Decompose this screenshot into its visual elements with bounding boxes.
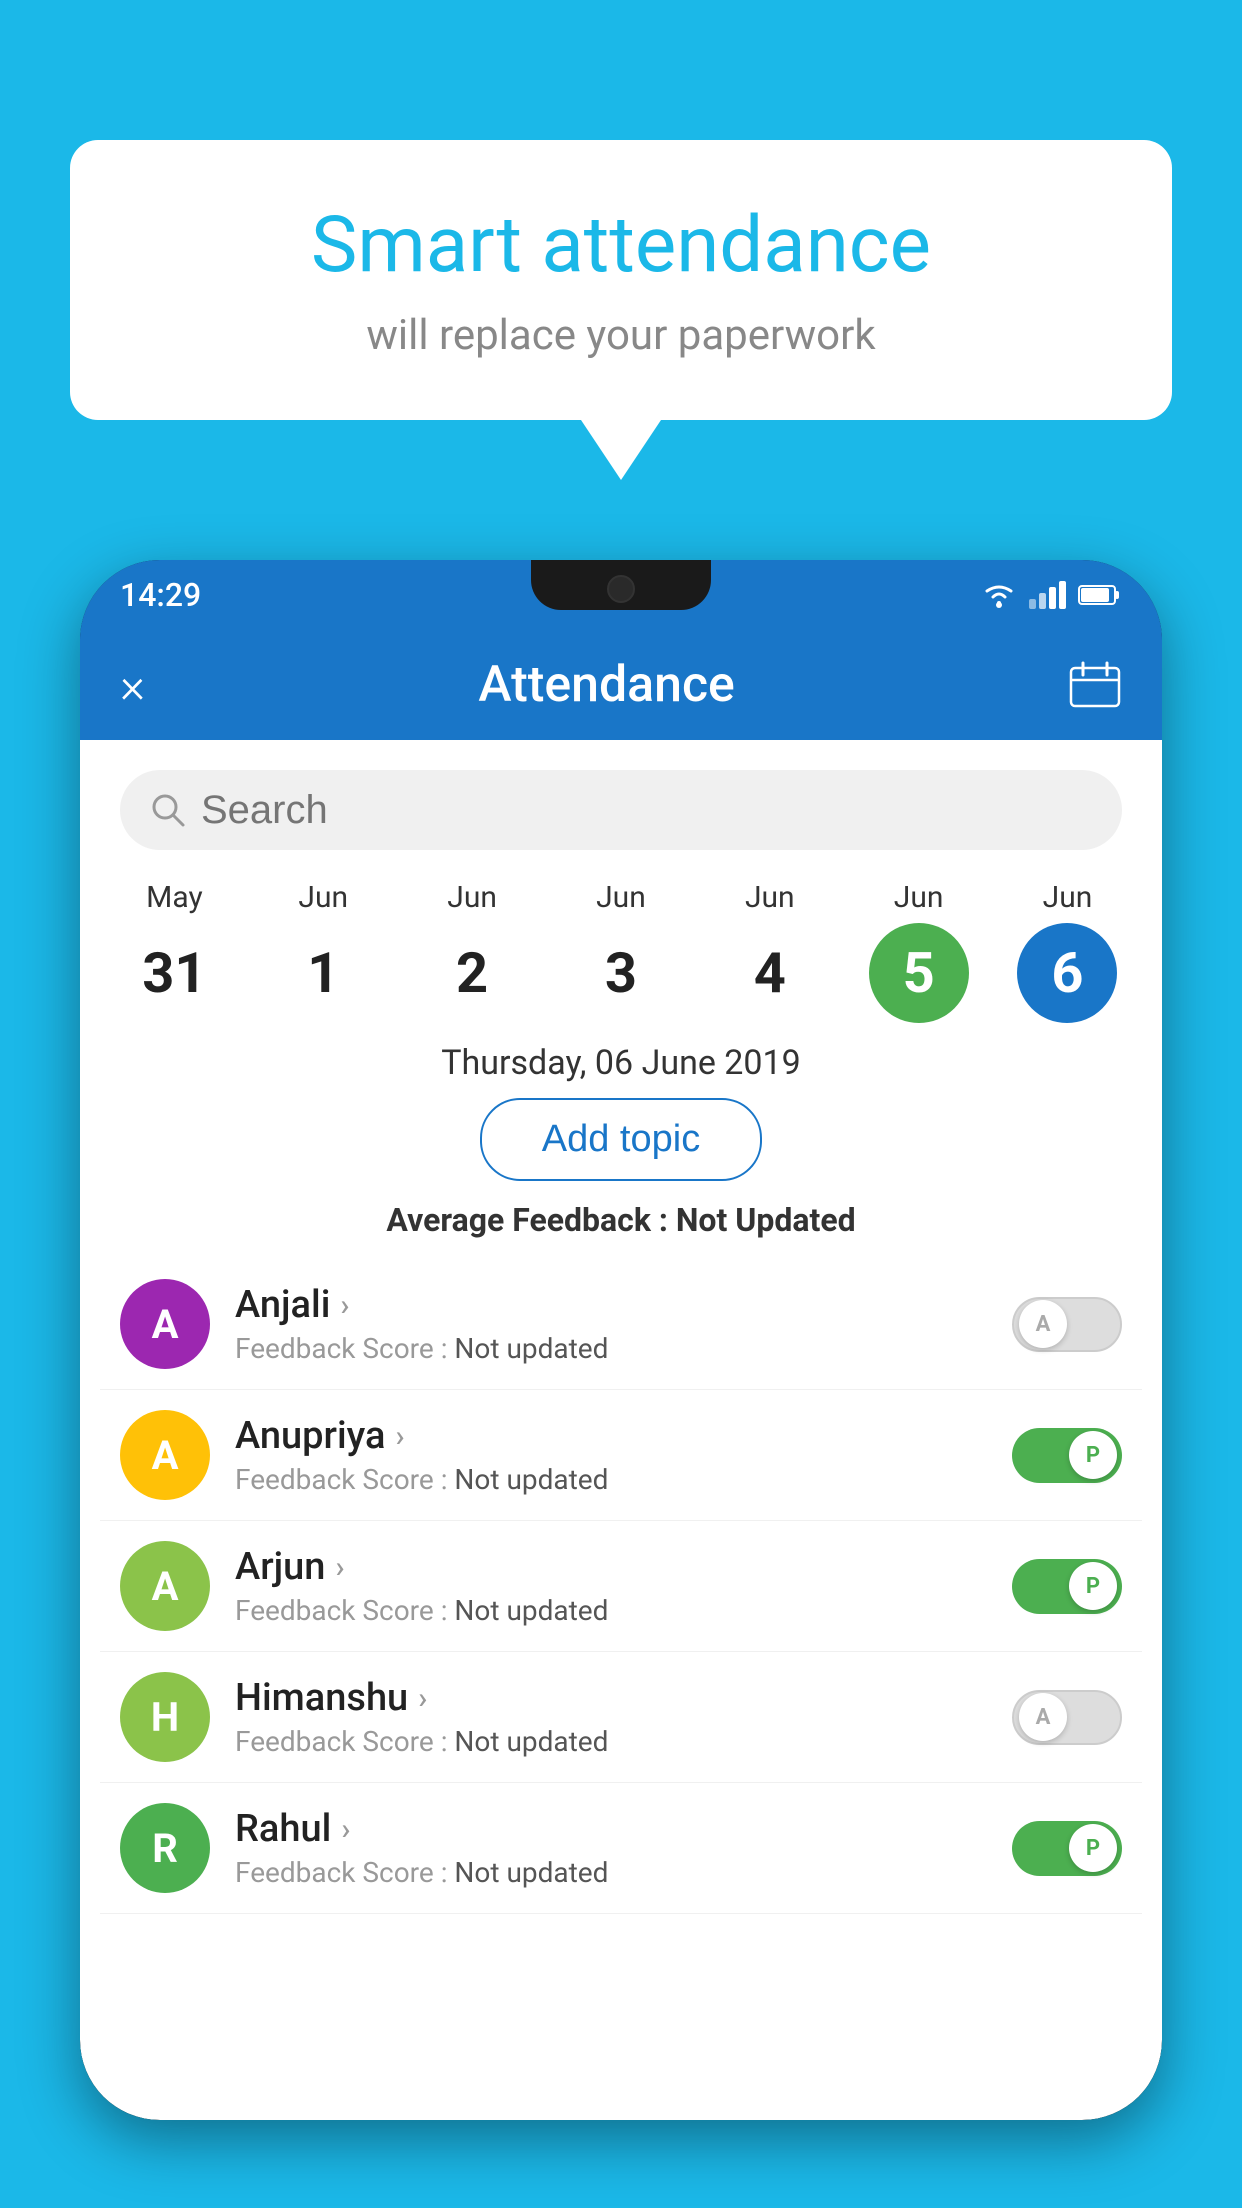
cal-date[interactable]: 1 — [273, 923, 373, 1023]
student-info: Anupriya › Feedback Score : Not updated — [235, 1414, 1012, 1496]
close-button[interactable]: × — [120, 657, 145, 714]
search-input[interactable] — [201, 788, 1092, 833]
attendance-toggle[interactable]: P — [1012, 1559, 1122, 1614]
attendance-toggle[interactable]: A — [1012, 1690, 1122, 1745]
student-feedback: Feedback Score : Not updated — [235, 1594, 1012, 1627]
calendar-day[interactable]: Jun 3 — [556, 880, 686, 1023]
avatar: H — [120, 1672, 210, 1762]
attendance-toggle[interactable]: P — [1012, 1428, 1122, 1483]
cal-month: Jun — [596, 880, 646, 915]
cal-month: Jun — [745, 880, 795, 915]
cal-date[interactable]: 5 — [869, 923, 969, 1023]
toggle-knob: A — [1019, 1693, 1067, 1741]
speech-bubble-subtitle: will replace your paperwork — [150, 311, 1092, 360]
chevron-right-icon: › — [335, 1550, 344, 1585]
toggle-knob: A — [1019, 1300, 1067, 1348]
student-name: Rahul › — [235, 1807, 1012, 1851]
student-name: Anupriya › — [235, 1414, 1012, 1458]
avatar: A — [120, 1279, 210, 1369]
chevron-right-icon: › — [418, 1681, 427, 1716]
student-item[interactable]: H Himanshu › Feedback Score : Not updatedA — [100, 1652, 1142, 1783]
calendar-day[interactable]: Jun 1 — [258, 880, 388, 1023]
signal-icon — [1029, 581, 1066, 609]
attendance-toggle[interactable]: P — [1012, 1821, 1122, 1876]
chevron-right-icon: › — [395, 1419, 404, 1454]
student-feedback: Feedback Score : Not updated — [235, 1463, 1012, 1496]
toggle-knob: P — [1069, 1562, 1117, 1610]
calendar-day[interactable]: Jun 6 — [1002, 880, 1132, 1023]
avatar: R — [120, 1803, 210, 1893]
toggle-knob: P — [1069, 1824, 1117, 1872]
student-feedback: Feedback Score : Not updated — [235, 1725, 1012, 1758]
selected-date-label: Thursday, 06 June 2019 — [80, 1043, 1162, 1083]
phone-frame: 14:29 — [80, 560, 1162, 2120]
avatar: A — [120, 1410, 210, 1500]
toggle-knob: P — [1069, 1431, 1117, 1479]
student-name: Arjun › — [235, 1545, 1012, 1589]
app-bar: × Attendance — [80, 630, 1162, 740]
student-info: Rahul › Feedback Score : Not updated — [235, 1807, 1012, 1889]
cal-date[interactable]: 6 — [1017, 923, 1117, 1023]
student-name: Himanshu › — [235, 1676, 1012, 1720]
speech-bubble: Smart attendance will replace your paper… — [70, 140, 1172, 420]
cal-date[interactable]: 31 — [124, 923, 224, 1023]
cal-month: Jun — [298, 880, 348, 915]
status-time: 14:29 — [120, 576, 201, 614]
student-info: Himanshu › Feedback Score : Not updated — [235, 1676, 1012, 1758]
search-bar[interactable] — [120, 770, 1122, 850]
cal-month: May — [146, 880, 202, 915]
status-icons — [981, 581, 1122, 609]
cal-month: Jun — [894, 880, 944, 915]
avg-feedback-value: Not Updated — [676, 1201, 856, 1239]
speech-bubble-container: Smart attendance will replace your paper… — [70, 140, 1172, 480]
calendar-day[interactable]: Jun 5 — [854, 880, 984, 1023]
search-icon — [150, 792, 186, 828]
calendar-icon[interactable] — [1068, 660, 1122, 710]
app-bar-title: Attendance — [478, 656, 735, 714]
speech-bubble-title: Smart attendance — [150, 200, 1092, 291]
add-topic-button[interactable]: Add topic — [480, 1098, 762, 1181]
calendar-day[interactable]: Jun 4 — [705, 880, 835, 1023]
phone-notch — [531, 560, 711, 610]
cal-date[interactable]: 4 — [720, 923, 820, 1023]
student-item[interactable]: A Arjun › Feedback Score : Not updated P — [100, 1521, 1142, 1652]
calendar-day[interactable]: May 31 — [109, 880, 239, 1023]
student-info: Anjali › Feedback Score : Not updated — [235, 1283, 1012, 1365]
phone-camera — [607, 575, 635, 603]
battery-icon — [1078, 583, 1122, 607]
avg-feedback: Average Feedback : Not Updated — [80, 1201, 1162, 1239]
avatar: A — [120, 1541, 210, 1631]
chevron-right-icon: › — [341, 1812, 350, 1847]
wifi-icon — [981, 581, 1017, 609]
speech-bubble-tail — [581, 420, 661, 480]
attendance-toggle[interactable]: A — [1012, 1297, 1122, 1352]
cal-month: Jun — [447, 880, 497, 915]
chevron-right-icon: › — [340, 1288, 349, 1323]
calendar-day[interactable]: Jun 2 — [407, 880, 537, 1023]
student-info: Arjun › Feedback Score : Not updated — [235, 1545, 1012, 1627]
calendar-strip: May 31 Jun 1 Jun 2 Jun 3 Jun 4 Jun 5 Jun 6 — [80, 870, 1162, 1023]
phone-container: 14:29 — [80, 560, 1162, 2208]
screen-content: May 31 Jun 1 Jun 2 Jun 3 Jun 4 Jun 5 Jun 6 Thursday, … — [80, 740, 1162, 2120]
student-name: Anjali › — [235, 1283, 1012, 1327]
student-item[interactable]: AAnjali ›Feedback Score : Not updatedA — [100, 1259, 1142, 1390]
student-item[interactable]: R Rahul › Feedback Score : Not updated P — [100, 1783, 1142, 1914]
cal-date[interactable]: 2 — [422, 923, 522, 1023]
student-feedback: Feedback Score : Not updated — [235, 1332, 1012, 1365]
student-list: AAnjali ›Feedback Score : Not updatedAAA… — [80, 1259, 1162, 1914]
cal-date[interactable]: 3 — [571, 923, 671, 1023]
student-item[interactable]: A Anupriya › Feedback Score : Not updated P — [100, 1390, 1142, 1521]
cal-month: Jun — [1043, 880, 1093, 915]
avg-feedback-label: Average Feedback : — [386, 1201, 668, 1239]
student-feedback: Feedback Score : Not updated — [235, 1856, 1012, 1889]
